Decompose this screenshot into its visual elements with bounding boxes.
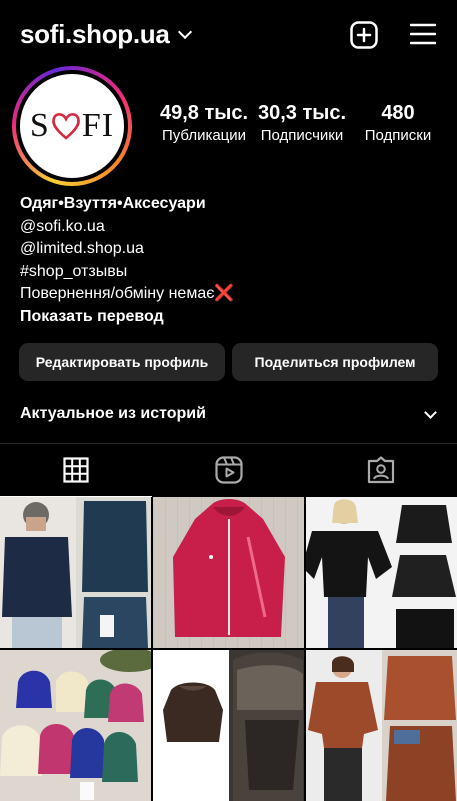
post-image xyxy=(306,497,457,648)
stat-followers[interactable]: 30,3 тыс. Подписчики xyxy=(255,102,349,144)
post-thumbnail[interactable] xyxy=(0,497,151,648)
posts-grid xyxy=(0,497,457,801)
tagged-icon xyxy=(367,456,395,484)
bio-returns-note: Повернення/обміну немає❌ xyxy=(20,285,235,302)
show-translation-link[interactable]: Показать перевод xyxy=(20,306,234,329)
bio-link-sofi[interactable]: @sofi.ko.ua xyxy=(20,216,234,239)
tab-posts[interactable] xyxy=(0,444,152,497)
bio-title: Одяг•Взуття•Аксесуари xyxy=(20,195,206,212)
menu-button[interactable] xyxy=(409,23,437,45)
post-image xyxy=(153,650,304,801)
post-thumbnail[interactable] xyxy=(306,497,457,648)
stat-posts[interactable]: 49,8 тыс. Публикации xyxy=(157,102,251,144)
chevron-down-icon xyxy=(177,24,192,39)
post-image xyxy=(0,497,151,648)
heart-icon xyxy=(52,113,80,140)
profile-bio: Одяг•Взуття•Аксесуари @sofi.ko.ua @limit… xyxy=(20,193,234,328)
tab-reels[interactable] xyxy=(152,444,305,496)
avatar: S FI xyxy=(20,74,124,178)
bio-link-limited[interactable]: @limited.shop.ua xyxy=(20,238,234,261)
menu-icon xyxy=(409,23,437,45)
username: sofi.shop.ua xyxy=(20,19,170,49)
post-image xyxy=(306,650,457,801)
post-image xyxy=(153,497,304,648)
story-highlights-header[interactable]: Актуальное из историй xyxy=(20,405,440,423)
avatar-story-ring[interactable]: S FI xyxy=(12,66,132,186)
top-bar: sofi.shop.ua xyxy=(0,0,457,72)
post-thumbnail[interactable] xyxy=(153,497,304,648)
share-profile-button[interactable]: Поделиться профилем xyxy=(232,343,438,381)
edit-profile-button[interactable]: Редактировать профиль xyxy=(19,343,225,381)
tab-tagged[interactable] xyxy=(305,444,457,496)
post-thumbnail[interactable] xyxy=(0,650,151,801)
grid-icon xyxy=(63,457,89,483)
new-post-icon xyxy=(350,21,378,49)
profile-tabs xyxy=(0,443,457,497)
stat-following[interactable]: 480 Подписки xyxy=(356,102,440,144)
reels-icon xyxy=(214,456,243,484)
post-thumbnail[interactable] xyxy=(306,650,457,801)
post-image xyxy=(0,650,151,801)
account-switcher[interactable]: sofi.shop.ua xyxy=(20,19,192,50)
new-post-button[interactable] xyxy=(350,21,378,49)
bio-hashtag[interactable]: #shop_отзывы xyxy=(20,261,234,284)
post-thumbnail[interactable] xyxy=(153,650,304,801)
brand-logo: S FI xyxy=(29,107,115,144)
